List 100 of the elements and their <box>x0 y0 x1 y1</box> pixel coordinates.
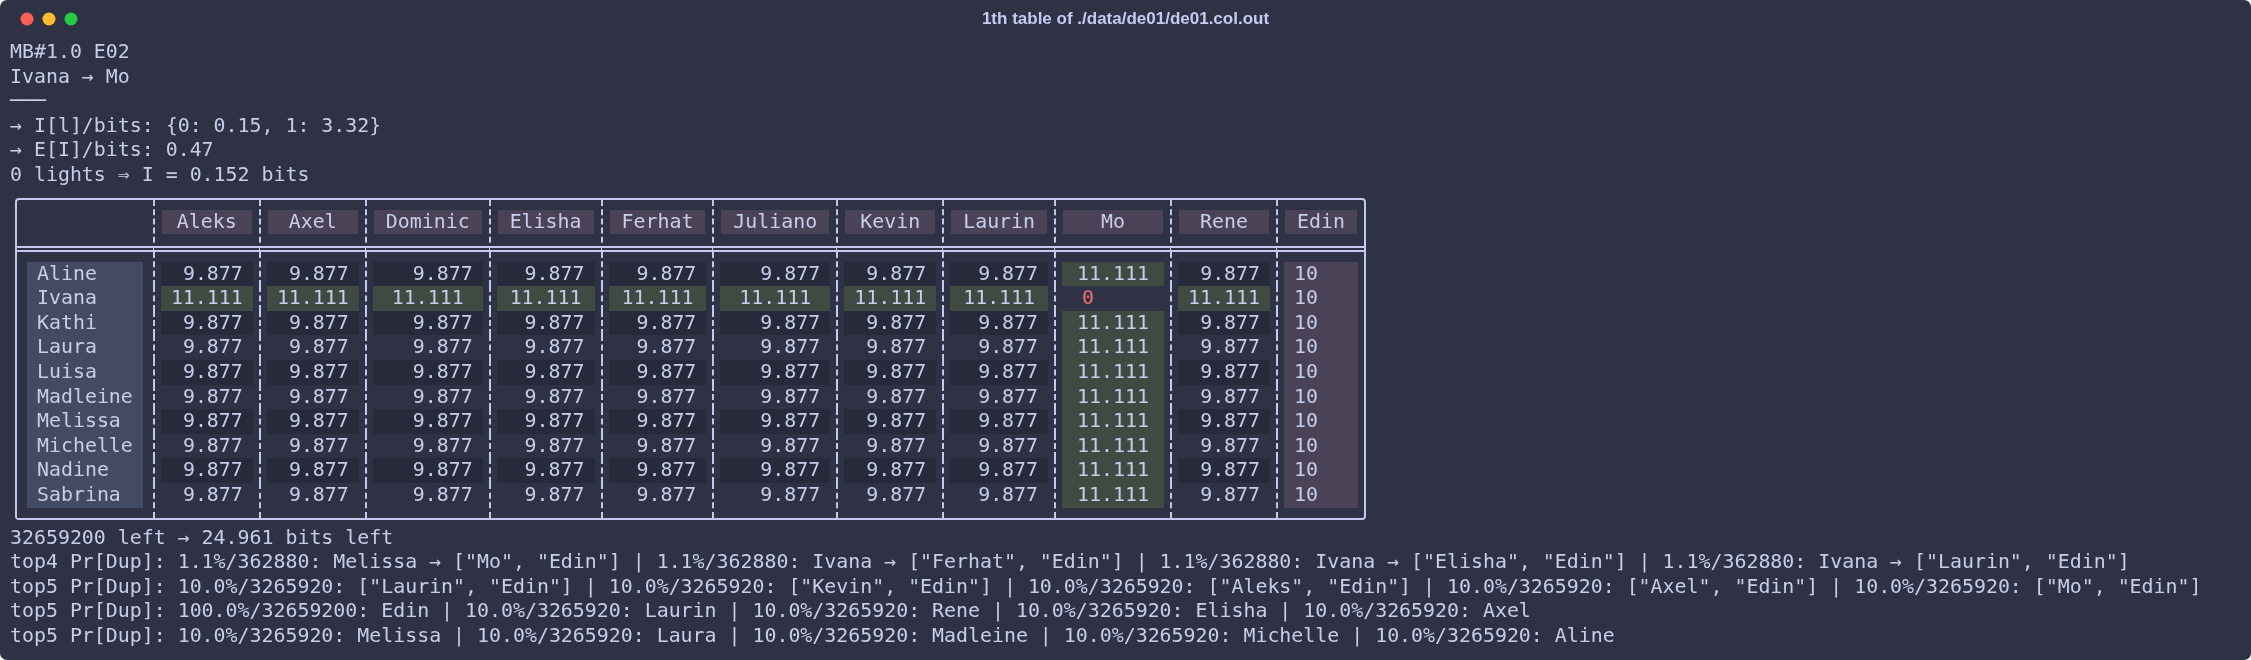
output-line: → I[l]/bits: {0: 0.15, 1: 3.32} <box>10 113 383 139</box>
table-cell: 9.877 <box>372 458 483 483</box>
table-cell: 11.111 <box>1062 409 1165 434</box>
column-header: Axel <box>267 209 358 234</box>
table-cell: 9.877 <box>372 310 483 336</box>
table-cell: 9.877 <box>950 359 1049 385</box>
row-name: Aline <box>36 261 98 287</box>
table-cell: 9.877 <box>720 458 831 483</box>
table-cell: 11.111 <box>844 286 937 311</box>
table-cell: 9.877 <box>844 359 937 385</box>
column-header: Dominic <box>373 209 482 234</box>
column-header: Ferhat <box>609 209 706 234</box>
table-cell: 9.877 <box>608 359 707 385</box>
table-cell: 11.111 <box>608 286 707 311</box>
table-cell: 9.877 <box>496 458 595 483</box>
table-cell: 9.877 <box>950 458 1049 483</box>
output-line: ─── <box>10 89 48 114</box>
table-cell-text: 0 <box>1081 286 1096 311</box>
output-line: → E[I]/bits: 0.47 <box>10 138 215 163</box>
minimize-icon[interactable] <box>42 12 56 26</box>
table-cell: 9.877 <box>266 458 359 483</box>
table-cell: 9.877 <box>844 458 937 483</box>
table-cell: 9.877 <box>608 261 707 287</box>
table-cell: 9.877 <box>160 359 253 385</box>
row-name: Laura <box>36 335 98 360</box>
table-cell: 10 <box>1284 310 1358 336</box>
table-cell: 9.877 <box>844 310 937 336</box>
table-cell: 9.877 <box>950 409 1049 434</box>
table-cell: 9.877 <box>496 310 595 336</box>
table-cell: 10 <box>1284 458 1358 483</box>
table-cell: 10 <box>1284 409 1358 434</box>
row-name: Kathi <box>36 310 98 336</box>
table-cell: 11.111 <box>1062 482 1165 508</box>
column-header: Laurin <box>951 209 1048 234</box>
table-cell: 9.877 <box>1178 458 1271 483</box>
table-cell: 9.877 <box>950 310 1049 336</box>
output-line: Ivana → Mo <box>10 64 131 90</box>
table-cell: 9.877 <box>266 310 359 336</box>
column-header: Edin <box>1285 209 1357 234</box>
table-cell: 11.111 <box>372 286 483 311</box>
table-cell: 9.877 <box>720 310 831 336</box>
table-cell: 9.877 <box>950 261 1049 287</box>
table-cell: 11.111 <box>950 286 1049 311</box>
column-header: Elisha <box>497 209 594 234</box>
table-cell: 9.877 <box>160 310 253 336</box>
table-cell: 9.877 <box>496 359 595 385</box>
table-cell: 9.877 <box>720 409 831 434</box>
row-name: Madleine <box>36 384 134 410</box>
maximize-icon[interactable] <box>64 12 78 26</box>
table-cell: 9.877 <box>160 409 253 434</box>
table-cell: 9.877 <box>496 261 595 287</box>
table-cell: 11.111 <box>266 286 359 311</box>
row-name: Michelle <box>36 433 134 459</box>
table-cell: 9.877 <box>844 409 937 434</box>
table-cell: 11.111 <box>1062 433 1165 459</box>
table-cell: 9.877 <box>372 261 483 287</box>
column-header: Juliano <box>721 209 830 234</box>
table-cell: 9.877 <box>1178 310 1271 336</box>
table-cell: 9.877 <box>608 310 707 336</box>
table-cell: 11.111 <box>1062 310 1165 336</box>
output-line: top5 Pr[Dup]: 100.0%/32659200: Edin | 10.0%/3265920: Laurin | 10.0%/3265920: Rene | 10.0%/3265920: Elisha | 10.0%/3265920: Axel <box>10 599 1532 624</box>
table-cell: 9.877 <box>160 458 253 483</box>
output-line: MB#1.0 E02 <box>10 40 131 65</box>
table-cell: 10 <box>1284 286 1358 311</box>
column-header: Mo <box>1063 209 1164 234</box>
table-cell: 9.877 <box>608 409 707 434</box>
table-cell: 11.111 <box>1062 335 1165 360</box>
table-cell: 9.877 <box>1178 409 1271 434</box>
table-cell: 9.877 <box>266 359 359 385</box>
table-cell: 9.877 <box>372 359 483 385</box>
table-cell: 10 <box>1284 433 1358 459</box>
window-title: 1th table of ./data/de01/de01.col.out <box>980 9 1271 29</box>
column-header: Aleks <box>161 209 252 234</box>
output-line: 32659200 left → 24.961 bits left <box>10 525 395 551</box>
table-cell: 9.877 <box>1178 261 1271 287</box>
output-line: top5 Pr[Dup]: 10.0%/3265920: Melissa | 10.0%/3265920: Laura | 10.0%/3265920: Madleine | 10.0%/3265920: Michelle | 10.0%/3265920: Aline <box>10 623 1616 649</box>
table-cell: 10 <box>1284 261 1358 287</box>
table-cell: 9.877 <box>496 409 595 434</box>
table-cell: 10 <box>1284 359 1358 385</box>
table-cell: 10 <box>1284 335 1358 360</box>
table-cell: 10 <box>1284 482 1358 508</box>
table-cell: 9.877 <box>720 261 831 287</box>
table-cell: 9.877 <box>160 261 253 287</box>
column-header: Kevin <box>845 209 936 234</box>
output-line: 0 lights ⇒ I = 0.152 bits <box>10 162 311 188</box>
table-cell: 11.111 <box>496 286 595 311</box>
table-cell: 9.877 <box>720 359 831 385</box>
table-cell: 11.111 <box>1062 458 1165 483</box>
table-cell: 9.877 <box>372 409 483 434</box>
close-icon[interactable] <box>20 12 34 26</box>
table-cell: 11.111 <box>720 286 831 311</box>
table-cell: 9.877 <box>844 261 937 287</box>
table-cell: 11.111 <box>1062 359 1165 385</box>
table-cell: 9.877 <box>608 458 707 483</box>
row-name: Sabrina <box>36 482 122 508</box>
table-cell: 11.111 <box>1062 384 1165 410</box>
table-cell: 9.877 <box>266 261 359 287</box>
output-line: top4 Pr[Dup]: 1.1%/362880: Melissa → ["Mo", "Edin"] | 1.1%/362880: Ivana → ["Ferhat", "Edin"] | 1.1%/362880: Ivana → ["Elisha", "Edin"] | 1.1%/362880: Ivana → ["Laurin", "Edin"] <box>10 550 2131 575</box>
table-cell: 11.111 <box>160 286 253 311</box>
column-header: Rene <box>1179 209 1270 234</box>
